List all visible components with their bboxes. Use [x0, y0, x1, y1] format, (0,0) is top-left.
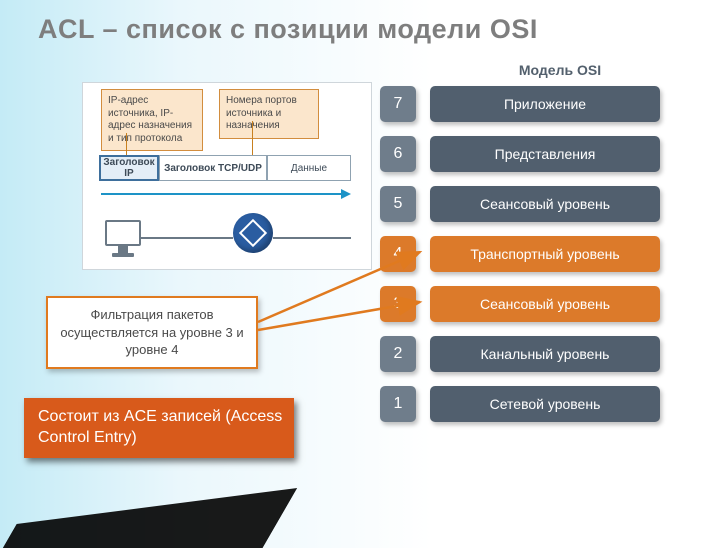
osi-row: 2 Канальный уровень	[380, 336, 660, 372]
osi-column: 7 Приложение 6 Представления 5 Сеансовый…	[380, 86, 660, 436]
packet-diagram: IP-адрес источника, IP-адрес назначения …	[82, 82, 372, 270]
filter-note: Фильтрация пакетов осуществляется на уро…	[46, 296, 258, 369]
pc-icon	[105, 220, 141, 257]
osi-number: 5	[380, 186, 416, 222]
osi-label: Приложение	[430, 86, 660, 122]
osi-number: 1	[380, 386, 416, 422]
callout-ports: Номера портов источника и назначения	[219, 89, 319, 139]
wire-icon	[141, 237, 233, 239]
osi-heading: Модель OSI	[460, 62, 660, 78]
osi-number: 4	[380, 236, 416, 272]
osi-row: 7 Приложение	[380, 86, 660, 122]
callout-ip: IP-адрес источника, IP-адрес назначения …	[101, 89, 203, 151]
osi-number: 2	[380, 336, 416, 372]
callout-stem	[252, 121, 253, 155]
osi-label: Канальный уровень	[430, 336, 660, 372]
flow-arrow-icon	[101, 189, 351, 199]
ace-note-box: Состоит из ACE записей (Access Control E…	[24, 398, 294, 458]
osi-row: 4 Транспортный уровень	[380, 236, 660, 272]
osi-row: 5 Сеансовый уровень	[380, 186, 660, 222]
hdr-tcp: Заголовок TCP/UDP	[159, 155, 267, 181]
osi-number: 3	[380, 286, 416, 322]
osi-number: 7	[380, 86, 416, 122]
callout-stem	[126, 133, 127, 155]
osi-label: Представления	[430, 136, 660, 172]
osi-label: Сеансовый уровень	[430, 186, 660, 222]
hdr-data: Данные	[267, 155, 351, 181]
osi-number: 6	[380, 136, 416, 172]
page-title: ACL – список с позиции модели OSI	[38, 14, 538, 45]
router-icon	[233, 213, 273, 253]
ace-note-text: Состоит из ACE записей (Access Control E…	[38, 407, 294, 449]
osi-label: Сетевой уровень	[430, 386, 660, 422]
osi-label: Сеансовый уровень	[430, 286, 660, 322]
osi-row: 3 Сеансовый уровень	[380, 286, 660, 322]
osi-label: Транспортный уровень	[430, 236, 660, 272]
packet-header-row: Заголовок IP Заголовок TCP/UDP Данные	[99, 155, 351, 181]
osi-row: 1 Сетевой уровень	[380, 386, 660, 422]
wire-icon	[273, 237, 351, 239]
decorative-shadow	[3, 488, 298, 548]
hdr-ip: Заголовок IP	[99, 155, 159, 181]
osi-row: 6 Представления	[380, 136, 660, 172]
